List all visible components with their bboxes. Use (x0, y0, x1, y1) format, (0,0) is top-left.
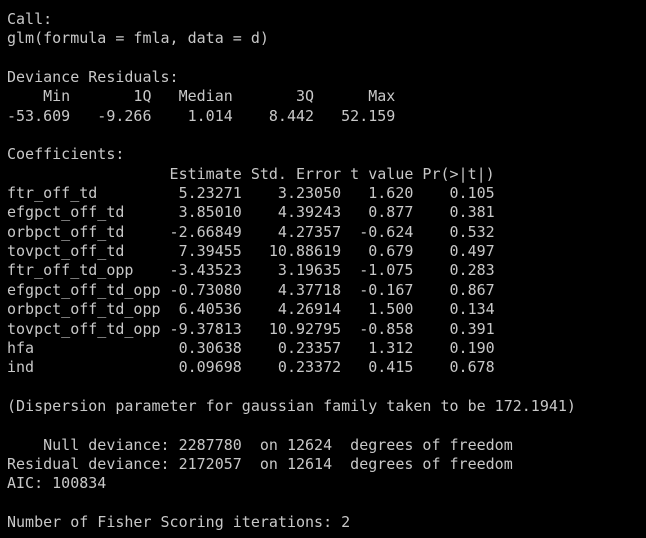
coefficient-row: efgpct_off_td_opp -0.73080 4.37718 -0.16… (7, 280, 495, 299)
call-header: Call: (7, 10, 53, 28)
coefficient-row: ftr_off_td 5.23271 3.23050 1.620 0.105 (7, 184, 495, 203)
aic-line: AIC: 100834 (7, 474, 107, 493)
residuals-column-labels: Min 1Q Median 3Q Max (7, 87, 414, 106)
coefficient-row: ftr_off_td_opp -3.43523 3.19635 -1.075 0… (7, 261, 495, 280)
coefficient-row: ind 0.09698 0.23372 0.415 0.678 (7, 358, 495, 377)
coefficient-row: orbpct_off_td -2.66849 4.27357 -0.624 0.… (7, 222, 495, 241)
residual-deviance-line: Residual deviance: 2172057 on 12614 degr… (7, 454, 513, 473)
call-formula: glm(formula = fmla, data = d) (7, 29, 269, 48)
coefficient-row: hfa 0.30638 0.23357 1.312 0.190 (7, 338, 495, 357)
coefficients-column-labels: Estimate Std. Error t value Pr(>|t|) (7, 164, 495, 183)
dispersion-parameter-note: (Dispersion parameter for gaussian famil… (7, 396, 576, 415)
fisher-scoring-iterations-line: Number of Fisher Scoring iterations: 2 (7, 512, 351, 531)
coefficient-row: tovpct_off_td 7.39455 10.88619 0.679 0.4… (7, 242, 495, 261)
coefficient-row: efgpct_off_td 3.85010 4.39243 0.877 0.38… (7, 203, 495, 222)
r-console-output: Call: glm(formula = fmla, data = d) Devi… (0, 0, 646, 538)
null-deviance-line: Null deviance: 2287780 on 12624 degrees … (7, 435, 513, 454)
coefficient-row: tovpct_off_td_opp -9.37813 10.92795 -0.8… (7, 319, 495, 338)
coefficient-row: orbpct_off_td_opp 6.40536 4.26914 1.500 … (7, 300, 495, 319)
residuals-values: -53.609 -9.266 1.014 8.442 52.159 (7, 106, 414, 125)
deviance-residuals-header: Deviance Residuals: (7, 68, 179, 87)
coefficients-header: Coefficients: (7, 145, 125, 164)
